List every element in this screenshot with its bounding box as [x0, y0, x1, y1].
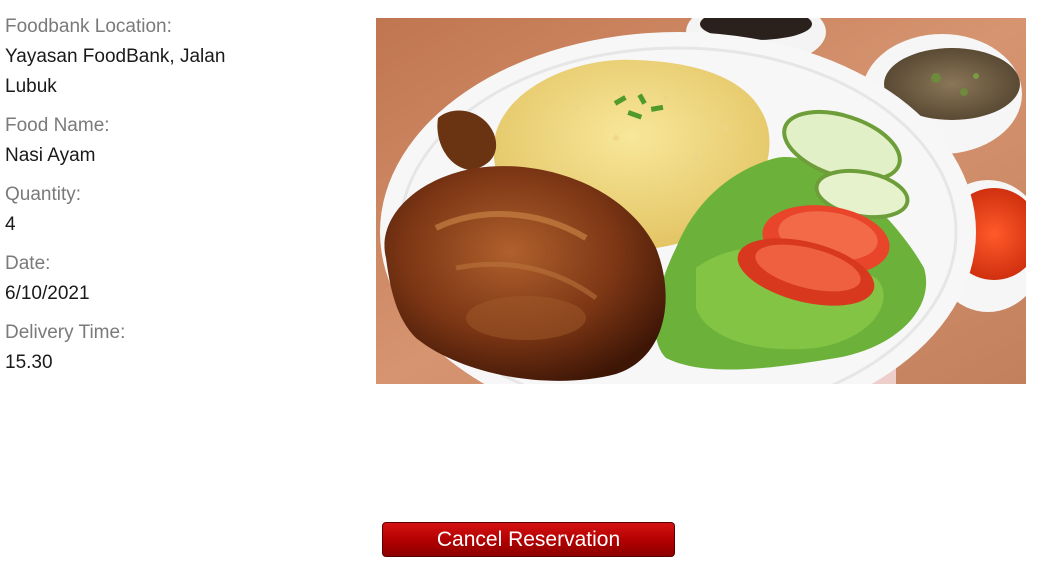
food-name-label: Food Name:: [5, 115, 110, 136]
date-field: Date: 6/10/2021: [5, 249, 305, 309]
delivery-time-value: 15.30: [5, 352, 53, 373]
foodbank-location-value: Yayasan FoodBank, Jalan Lubuk: [5, 46, 226, 97]
quantity-label: Quantity:: [5, 184, 82, 205]
food-name-value: Nasi Ayam: [5, 145, 96, 166]
date-value: 6/10/2021: [5, 283, 90, 304]
reservation-details: Foodbank Location: Yayasan FoodBank, Jal…: [5, 12, 305, 387]
delivery-time-field: Delivery Time: 15.30: [5, 318, 305, 378]
food-name-field: Food Name: Nasi Ayam: [5, 111, 305, 171]
foodbank-location-field: Foodbank Location: Yayasan FoodBank, Jal…: [5, 12, 275, 102]
foodbank-location-label: Foodbank Location:: [5, 16, 172, 37]
delivery-time-label: Delivery Time:: [5, 322, 126, 343]
food-photo-illustration: [376, 18, 1026, 384]
quantity-value: 4: [5, 214, 16, 235]
quantity-field: Quantity: 4: [5, 180, 305, 240]
food-photo: [376, 18, 1026, 384]
date-label: Date:: [5, 253, 51, 274]
cancel-reservation-button[interactable]: Cancel Reservation: [382, 522, 675, 557]
reservation-detail-page: Foodbank Location: Yayasan FoodBank, Jal…: [0, 0, 1056, 572]
